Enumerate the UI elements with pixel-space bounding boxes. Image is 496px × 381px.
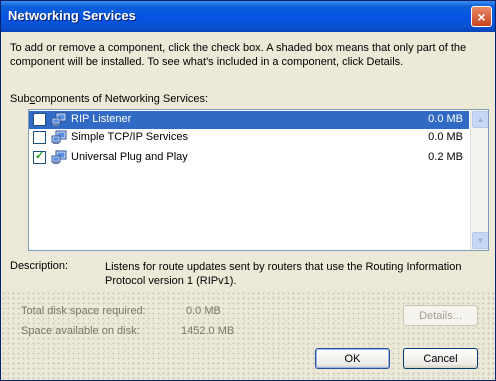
networking-services-dialog: Networking Services × To add or remove a…	[0, 0, 496, 381]
details-button[interactable]: Details...	[403, 305, 478, 326]
close-button[interactable]: ×	[471, 6, 492, 27]
disk-space-required-label: Total disk space required:	[21, 305, 146, 317]
checkbox-simple-tcpip-services[interactable]	[33, 131, 46, 144]
scroll-down-arrow-icon[interactable]: ▼	[472, 232, 488, 249]
item-label: Universal Plug and Play	[71, 151, 188, 163]
network-component-icon	[51, 150, 67, 164]
description-text: Listens for route updates sent by router…	[105, 261, 462, 287]
list-item-simple-tcpip-services[interactable]: Simple TCP/IP Services 0.0 MB	[29, 129, 469, 147]
title-bar[interactable]: Networking Services ×	[1, 1, 495, 32]
list-item-universal-plug-and-play[interactable]: Universal Plug and Play 0.2 MB	[29, 149, 469, 167]
dialog-title: Networking Services	[8, 8, 136, 23]
item-label: RIP Listener	[69, 112, 134, 126]
item-label: Simple TCP/IP Services	[71, 131, 188, 143]
disk-space-available-value: 1452.0 MB	[181, 325, 235, 337]
list-scrollbar[interactable]: ▲ ▼	[470, 110, 488, 250]
list-item-rip-listener[interactable]: RIP Listener 0.0 MB	[29, 111, 469, 129]
checkbox-universal-plug-and-play[interactable]	[33, 149, 46, 164]
ok-button[interactable]: OK	[315, 348, 390, 369]
subcomponents-list[interactable]: RIP Listener 0.0 MB Simple TCP/IP Servic…	[28, 109, 489, 251]
scroll-up-arrow-icon[interactable]: ▲	[472, 111, 488, 128]
cancel-button[interactable]: Cancel	[403, 348, 478, 369]
instructions-text: To add or remove a component, click the …	[10, 42, 467, 68]
network-component-icon	[51, 112, 67, 126]
description-label: Description:	[10, 260, 69, 272]
network-component-icon	[51, 130, 67, 144]
disk-space-available-label: Space available on disk:	[21, 325, 140, 337]
item-size: 0.2 MB	[428, 151, 463, 163]
subcomponents-label: Subcomponents of Networking Services:	[10, 93, 209, 105]
item-size: 0.0 MB	[428, 131, 463, 143]
checkbox-rip-listener[interactable]	[33, 113, 46, 126]
item-size: 0.0 MB	[428, 113, 463, 125]
disk-space-required-value: 0.0 MB	[186, 305, 221, 317]
